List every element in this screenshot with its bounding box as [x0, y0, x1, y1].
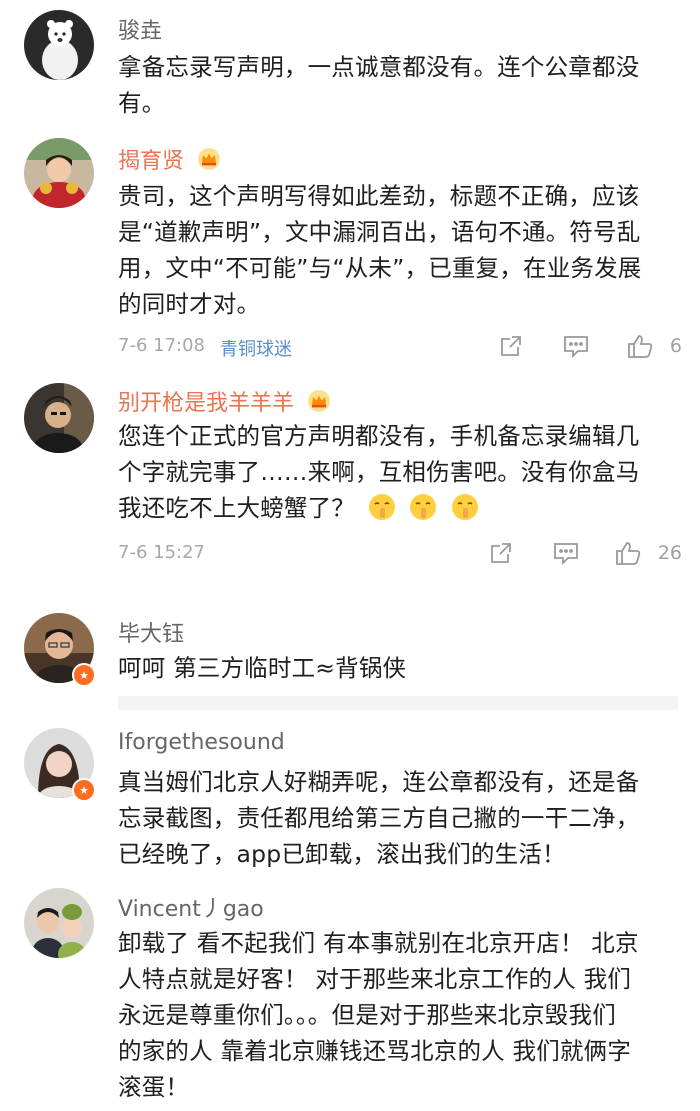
share-icon[interactable]	[498, 333, 524, 363]
comment-text: 真当姆们北京人好糊弄呢，连公章都没有，还是备 忘录截图，责任都甩给第三方自己撇的…	[118, 764, 684, 872]
shush-emoji-icon	[410, 494, 437, 520]
comment-line: 个字就完事了……来啊，互相伤害吧。没有你盒马	[118, 458, 640, 486]
comment-line: 用，文中“不可能”与“从未”，已重复，在业务发展	[118, 254, 642, 282]
comment-line: 的家的人 靠着北京赚钱还骂北京的人 我们就俩字	[118, 1037, 632, 1065]
username[interactable]: 揭育贤	[118, 143, 221, 177]
thumbs-up-icon[interactable]	[626, 333, 654, 363]
fan-tag[interactable]: 青铜球迷	[220, 335, 292, 361]
username[interactable]: Vincent丿gao	[118, 891, 264, 923]
comment-meta: 7-6 17:08 青铜球迷 6	[118, 333, 682, 363]
verified-badge-icon: ★	[72, 778, 96, 802]
comment-line: 滚蛋！	[118, 1073, 190, 1101]
avatar[interactable]	[24, 10, 94, 80]
username[interactable]: 毕大钰	[118, 616, 184, 648]
username[interactable]: Iforgethesound	[118, 730, 285, 755]
verified-badge-icon: ★	[72, 663, 96, 687]
comment-line: 已经晚了，app已卸载，滚出我们的生活！	[118, 840, 566, 868]
comment-line: 人特点就是好客！ 对于那些来北京工作的人 我们	[118, 965, 632, 993]
comment-line: 的同时才对。	[118, 290, 261, 318]
comment-line-text: 我还吃不上大螃蟹了？	[118, 494, 355, 522]
timestamp: 7-6 17:08	[118, 335, 205, 356]
comment-line: 是“道歉声明”，文中漏洞百出，语句不通。符号乱	[118, 218, 641, 246]
share-icon[interactable]	[488, 540, 514, 570]
like-count: 26	[657, 542, 682, 564]
username-text: 揭育贤	[118, 149, 185, 174]
comment-line: 贵司，这个声明写得如此差劲，标题不正确，应该	[118, 182, 640, 210]
comment-icon[interactable]	[552, 540, 580, 570]
crown-icon	[307, 389, 331, 419]
shush-emoji-icon	[368, 494, 395, 520]
comment-line: 有。	[118, 89, 166, 117]
avatar[interactable]	[24, 138, 94, 208]
timestamp: 7-6 15:27	[118, 542, 205, 563]
comment-line: 卸载了 看不起我们 有本事就别在北京开店！ 北京	[118, 929, 639, 957]
avatar[interactable]	[24, 383, 94, 453]
comment-text: 卸载了 看不起我们 有本事就别在北京开店！ 北京 人特点就是好客！ 对于那些来北…	[118, 925, 684, 1105]
comment-line: 忘录截图，责任都甩给第三方自己撇的一干二净，	[118, 804, 640, 832]
comment-text: 您连个正式的官方声明都没有，手机备忘录编辑几 个字就完事了……来啊，互相伤害吧。…	[118, 418, 684, 526]
comment-text: 贵司，这个声明写得如此差劲，标题不正确，应该 是“道歉声明”，文中漏洞百出，语句…	[118, 178, 684, 322]
comment-line: 真当姆们北京人好糊弄呢，连公章都没有，还是备	[118, 768, 640, 796]
like-count: 6	[669, 335, 682, 357]
shush-emoji-icon	[452, 494, 479, 520]
username[interactable]: 别开枪是我羊羊羊	[118, 385, 331, 419]
comment-meta: 7-6 15:27 26	[118, 540, 682, 570]
username-text: 别开枪是我羊羊羊	[118, 391, 295, 416]
divider	[118, 696, 678, 710]
comment-line: 永远是尊重你们。。。但是对于那些来北京毁我们	[118, 1001, 616, 1029]
comment-line: 拿备忘录写声明，一点诚意都没有。连个公章都没	[118, 53, 640, 81]
comment-line: 您连个正式的官方声明都没有，手机备忘录编辑几	[118, 422, 640, 450]
thumbs-up-icon[interactable]	[614, 540, 642, 570]
comment-text: 呵呵 第三方临时工≈背锅侠	[118, 650, 684, 686]
avatar[interactable]	[24, 888, 94, 958]
comment-line: 我还吃不上大螃蟹了？	[118, 490, 684, 526]
comment-text: 拿备忘录写声明，一点诚意都没有。连个公章都没 有。	[118, 49, 684, 121]
comment-line: 呵呵 第三方临时工≈背锅侠	[118, 654, 407, 682]
comment-icon[interactable]	[562, 333, 590, 363]
username[interactable]: 骏垚	[118, 13, 162, 45]
crown-icon	[197, 147, 221, 177]
